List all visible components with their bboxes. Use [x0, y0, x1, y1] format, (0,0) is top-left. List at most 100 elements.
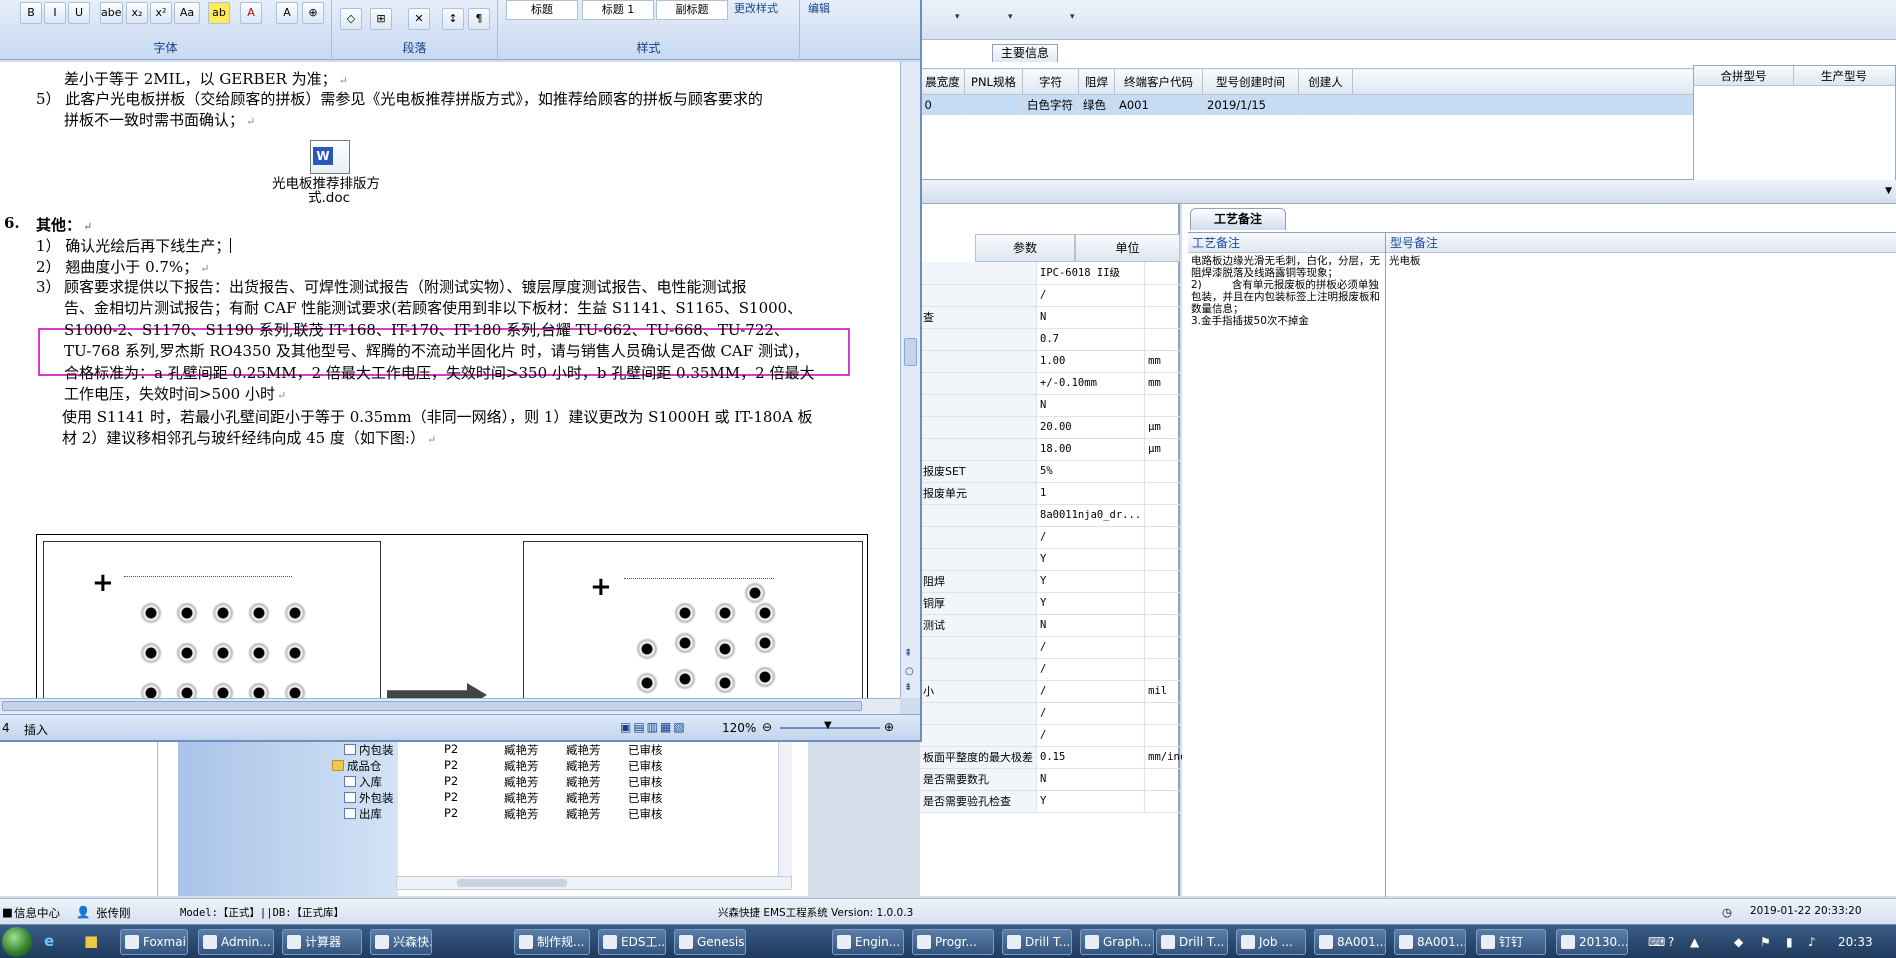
help-icon[interactable]: ? — [1668, 935, 1674, 949]
grid-header[interactable]: 型号创建时间 — [1202, 68, 1299, 95]
param-name[interactable] — [920, 372, 1037, 395]
table-row[interactable]: 18.00 μm — [920, 438, 1197, 461]
start-button[interactable] — [2, 927, 32, 957]
param-name[interactable] — [920, 394, 1037, 417]
table-row[interactable]: 报废单元 1 — [920, 482, 1197, 505]
toolbar-dropdown-2[interactable]: ▾ — [1008, 12, 1013, 22]
document-page[interactable]: 差小于等于 2MIL，以 GERBER 为准； ↵ 5） 此客户光电板拼板（交给顾… — [0, 62, 900, 698]
table-row[interactable]: 0.7 — [920, 328, 1197, 351]
param-value[interactable]: / — [1036, 658, 1146, 681]
taskbar-button[interactable]: 8A001... — [1314, 929, 1386, 955]
grid-header[interactable]: 晨宽度 — [920, 68, 965, 95]
flag-icon[interactable]: ⚑ — [1760, 935, 1771, 949]
param-header-value[interactable]: 参数 — [975, 234, 1075, 262]
taskbar-clock[interactable]: 20:33 — [1838, 935, 1873, 949]
zoom-level[interactable]: 120% — [722, 721, 756, 735]
param-value[interactable]: 18.00 — [1036, 438, 1146, 461]
toolbar-dropdown-3[interactable]: ▾ — [1070, 12, 1075, 22]
scroll-thumb[interactable] — [904, 338, 917, 366]
taskbar-button[interactable]: Engin... — [832, 929, 904, 955]
param-name[interactable]: 板面平整度的最大极差 — [920, 746, 1037, 769]
table-row[interactable]: 板面平整度的最大极差 0.15 mm/inch — [920, 746, 1197, 769]
param-name[interactable] — [920, 658, 1037, 681]
toolbar-dropdown-1[interactable]: ▾ — [955, 12, 960, 22]
param-header-unit[interactable]: 单位 — [1075, 234, 1180, 262]
grid-cell[interactable] — [1298, 94, 1353, 115]
taskbar-button[interactable]: Admin... — [198, 929, 274, 955]
grid-header[interactable]: PNL规格 — [964, 68, 1023, 95]
param-value[interactable]: / — [1036, 724, 1146, 747]
param-name[interactable] — [920, 328, 1037, 351]
grid-header[interactable]: 创建人 — [1298, 68, 1353, 95]
zoom-in-icon[interactable]: ⊕ — [884, 720, 894, 734]
page-indicator[interactable]: 4 — [2, 721, 10, 735]
highlight-icon[interactable]: ab — [208, 2, 230, 24]
grid-cell[interactable]: 0 — [920, 94, 965, 115]
edit-button[interactable]: 编辑 — [808, 0, 830, 16]
char-shading-icon[interactable]: A — [276, 2, 298, 24]
next-page-icon[interactable]: ⇟ — [904, 682, 912, 693]
taskbar-button[interactable]: Job ... — [1236, 929, 1306, 955]
param-name[interactable]: 小 — [920, 680, 1037, 703]
table-row[interactable]: 测试 N — [920, 614, 1197, 637]
param-value[interactable]: N — [1036, 306, 1146, 329]
change-case-button[interactable]: Aa — [174, 2, 200, 24]
param-name[interactable]: 是否需要数孔 — [920, 768, 1037, 791]
table-row[interactable]: +/-0.10mm mm — [920, 372, 1197, 395]
grid-cell[interactable]: 白色字符 — [1022, 94, 1079, 115]
document-horizontal-scrollbar[interactable] — [0, 698, 900, 714]
table-row[interactable]: / — [920, 724, 1197, 747]
tree-horizontal-scrollbar[interactable] — [396, 876, 792, 890]
asian-layout-icon[interactable]: ✕ — [408, 8, 430, 30]
process-remark-text[interactable]: 电路板边缘光滑无毛刺，白化，分层，无阻焊漆脱落及线路露铜等现象； 2) 含有单元… — [1188, 253, 1385, 329]
strikethrough-button[interactable]: abe — [100, 2, 123, 24]
table-row[interactable]: / — [920, 702, 1197, 725]
taskbar-button[interactable]: 8A001... — [1394, 929, 1466, 955]
document-vertical-scrollbar[interactable]: ⇞ ○ ⇟ — [900, 62, 920, 698]
param-value[interactable]: 8a0011nja0_dr... — [1036, 504, 1146, 527]
enclose-char-icon[interactable]: ⊕ — [302, 2, 324, 24]
style-heading-1[interactable]: 标题 1 — [582, 0, 654, 20]
param-name[interactable]: 查 — [920, 306, 1037, 329]
table-row[interactable]: / — [920, 636, 1197, 659]
taskbar-button[interactable]: Drill T... — [1156, 929, 1228, 955]
word-doc-icon[interactable]: W — [310, 140, 350, 174]
param-value[interactable]: 20.00 — [1036, 416, 1146, 439]
info-center-icon[interactable]: ■ — [2, 905, 13, 919]
grid-header[interactable]: 字符 — [1022, 68, 1079, 95]
table-row[interactable]: Y — [920, 548, 1197, 571]
volume-icon[interactable]: ♪ — [1808, 935, 1816, 949]
explorer-icon[interactable]: ■ — [84, 932, 98, 950]
shading-icon[interactable]: ◇ — [340, 8, 362, 30]
insert-mode[interactable]: 插入 — [24, 721, 48, 738]
taskbar-button[interactable]: 20130... — [1556, 929, 1628, 955]
keyboard-icon[interactable]: ⌨ — [1648, 935, 1665, 949]
subscript-button[interactable]: x₂ — [126, 2, 148, 24]
bold-button[interactable]: B — [20, 2, 42, 24]
zoom-out-icon[interactable]: ⊖ — [762, 720, 772, 734]
change-styles-button[interactable]: 更改样式 — [734, 0, 778, 16]
font-color-icon[interactable]: A — [240, 2, 262, 24]
table-row[interactable]: / — [920, 526, 1197, 549]
info-center-label[interactable]: 信息中心 — [14, 905, 60, 921]
param-name[interactable] — [920, 548, 1037, 571]
table-row[interactable]: 1.00 mm — [920, 350, 1197, 373]
table-row[interactable]: N — [920, 394, 1197, 417]
network-icon[interactable]: ◆ — [1734, 935, 1743, 949]
italic-button[interactable]: I — [44, 2, 66, 24]
param-name[interactable] — [920, 284, 1037, 307]
table-row[interactable]: 20.00 μm — [920, 416, 1197, 439]
taskbar-button[interactable]: Foxmail — [120, 929, 188, 955]
grid-header[interactable]: 终端客户代码 — [1114, 68, 1203, 95]
taskbar-button[interactable]: Drill T... — [1002, 929, 1072, 955]
param-value[interactable]: / — [1036, 636, 1146, 659]
table-row[interactable]: 小 / mil — [920, 680, 1197, 703]
table-row[interactable]: 0 白色字符 绿色 A001 2019/1/15 — [920, 94, 1693, 115]
tree-vertical-scrollbar[interactable] — [778, 740, 792, 876]
view-buttons[interactable]: ▣▤▥▦▧ — [620, 720, 687, 734]
param-value[interactable]: 0.7 — [1036, 328, 1146, 351]
param-value[interactable]: / — [1036, 526, 1146, 549]
style-subtitle[interactable]: 副标题 — [656, 0, 728, 20]
param-name[interactable]: 报废单元 — [920, 482, 1037, 505]
model-remark-text[interactable]: 光电板 — [1386, 253, 1896, 269]
